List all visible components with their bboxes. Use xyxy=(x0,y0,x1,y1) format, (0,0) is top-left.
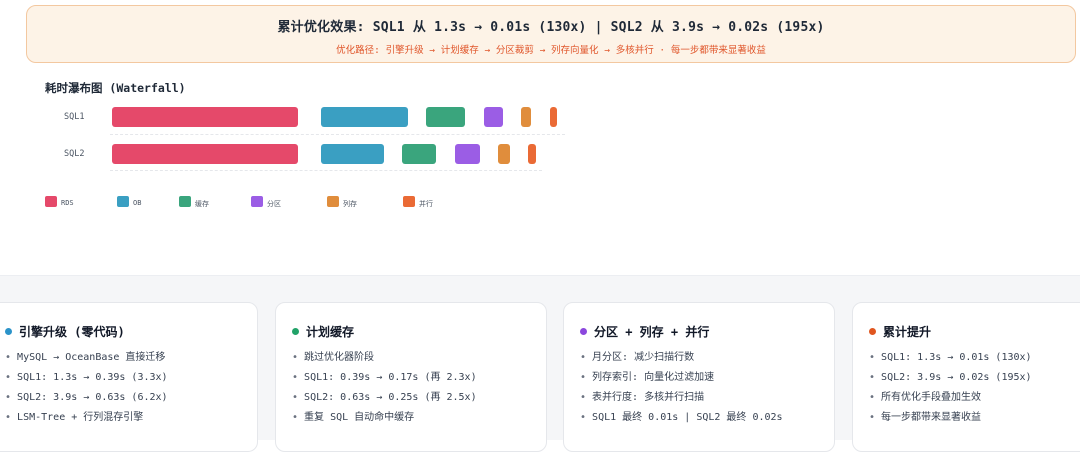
row-divider xyxy=(110,170,542,171)
segment-columnar xyxy=(498,144,510,164)
list-item: 所有优化手段叠加生效 xyxy=(869,391,1032,411)
list-item: SQL1 最终 0.01s | SQL2 最终 0.02s xyxy=(580,411,783,431)
row-label: SQL2 xyxy=(64,149,85,159)
list-item: SQL2: 3.9s → 0.02s (195x) xyxy=(869,371,1032,391)
segment-parallel xyxy=(550,107,557,127)
waterfall-row-sql1: SQL1 xyxy=(0,107,600,135)
segment-partition xyxy=(455,144,480,164)
chart-panel: 累计优化效果: SQL1 从 1.3s → 0.01s (130x) | SQL… xyxy=(0,0,1080,275)
bullet-dot-icon xyxy=(580,328,587,335)
card-partition-columnar-parallel: 分区 + 列存 + 并行 月分区: 减少扫描行数 列存索引: 向量化过滤加速 表… xyxy=(563,302,835,452)
segment-cache xyxy=(426,107,465,127)
segment-ob xyxy=(321,107,408,127)
legend-swatch xyxy=(251,196,263,207)
list-item: 表并行度: 多核并行扫描 xyxy=(580,391,783,411)
list-item: SQL1: 1.3s → 0.39s (3.3x) xyxy=(5,371,168,391)
bullet-dot-icon xyxy=(5,328,12,335)
legend-label: 分区 xyxy=(267,200,281,208)
list-item: SQL1: 1.3s → 0.01s (130x) xyxy=(869,351,1032,371)
waterfall-row-sql2: SQL2 xyxy=(0,144,600,171)
optimization-path: 优化路径: 引擎升级 → 计划缓存 → 分区裁剪 → 列存向量化 → 多核并行 … xyxy=(336,45,766,56)
list-item: 跳过优化器阶段 xyxy=(292,351,477,371)
waterfall-title: 耗时瀑布图 (Waterfall) xyxy=(45,81,186,95)
card-list: MySQL → OceanBase 直接迁移 SQL1: 1.3s → 0.39… xyxy=(5,351,168,431)
list-item: 月分区: 减少扫描行数 xyxy=(580,351,783,371)
segment-columnar xyxy=(521,107,531,127)
legend-label: 列存 xyxy=(343,200,357,208)
card-list: SQL1: 1.3s → 0.01s (130x) SQL2: 3.9s → 0… xyxy=(869,351,1032,431)
summary-banner: 累计优化效果: SQL1 从 1.3s → 0.01s (130x) | SQL… xyxy=(26,5,1076,63)
list-item: 列存索引: 向量化过滤加速 xyxy=(580,371,783,391)
card-plan-cache: 计划缓存 跳过优化器阶段 SQL1: 0.39s → 0.17s (再 2.3x… xyxy=(275,302,547,452)
legend-swatch xyxy=(117,196,129,207)
legend-swatch xyxy=(45,196,57,207)
list-item: SQL2: 0.63s → 0.25s (再 2.5x) xyxy=(292,391,477,411)
list-item: SQL1: 0.39s → 0.17s (再 2.3x) xyxy=(292,371,477,391)
bullet-dot-icon xyxy=(869,328,876,335)
segment-parallel xyxy=(528,144,536,164)
bullet-dot-icon xyxy=(292,328,299,335)
legend-label: RDS xyxy=(61,199,74,207)
card-title: 分区 + 列存 + 并行 xyxy=(594,325,710,339)
legend-label: OB xyxy=(133,199,142,207)
card-title: 累计提升 xyxy=(883,325,932,339)
list-item: 重复 SQL 自动命中缓存 xyxy=(292,411,477,431)
card-title: 计划缓存 xyxy=(306,325,355,339)
list-item: 每一步都带来显著收益 xyxy=(869,411,1032,431)
row-label: SQL1 xyxy=(64,112,85,122)
row-divider xyxy=(110,134,565,135)
legend-swatch xyxy=(179,196,191,207)
card-title: 引擎升级 (零代码) xyxy=(19,325,125,339)
legend-label: 缓存 xyxy=(195,200,209,208)
segment-cache xyxy=(402,144,436,164)
card-list: 跳过优化器阶段 SQL1: 0.39s → 0.17s (再 2.3x) SQL… xyxy=(292,351,477,431)
segment-partition xyxy=(484,107,503,127)
legend-swatch xyxy=(327,196,339,207)
legend-swatch xyxy=(403,196,415,207)
segment-rds xyxy=(112,107,298,127)
list-item: LSM-Tree + 行列混存引擎 xyxy=(5,411,168,431)
segment-rds xyxy=(112,144,298,164)
summary-title: 累计优化效果: SQL1 从 1.3s → 0.01s (130x) | SQL… xyxy=(277,20,825,35)
list-item: SQL2: 3.9s → 0.63s (6.2x) xyxy=(5,391,168,411)
list-item: MySQL → OceanBase 直接迁移 xyxy=(5,351,168,371)
card-list: 月分区: 减少扫描行数 列存索引: 向量化过滤加速 表并行度: 多核并行扫描 S… xyxy=(580,351,783,431)
legend-label: 并行 xyxy=(419,200,433,208)
card-cumulative-gain: 累计提升 SQL1: 1.3s → 0.01s (130x) SQL2: 3.9… xyxy=(852,302,1080,452)
card-engine-upgrade: 引擎升级 (零代码) MySQL → OceanBase 直接迁移 SQL1: … xyxy=(0,302,258,452)
segment-ob xyxy=(321,144,384,164)
